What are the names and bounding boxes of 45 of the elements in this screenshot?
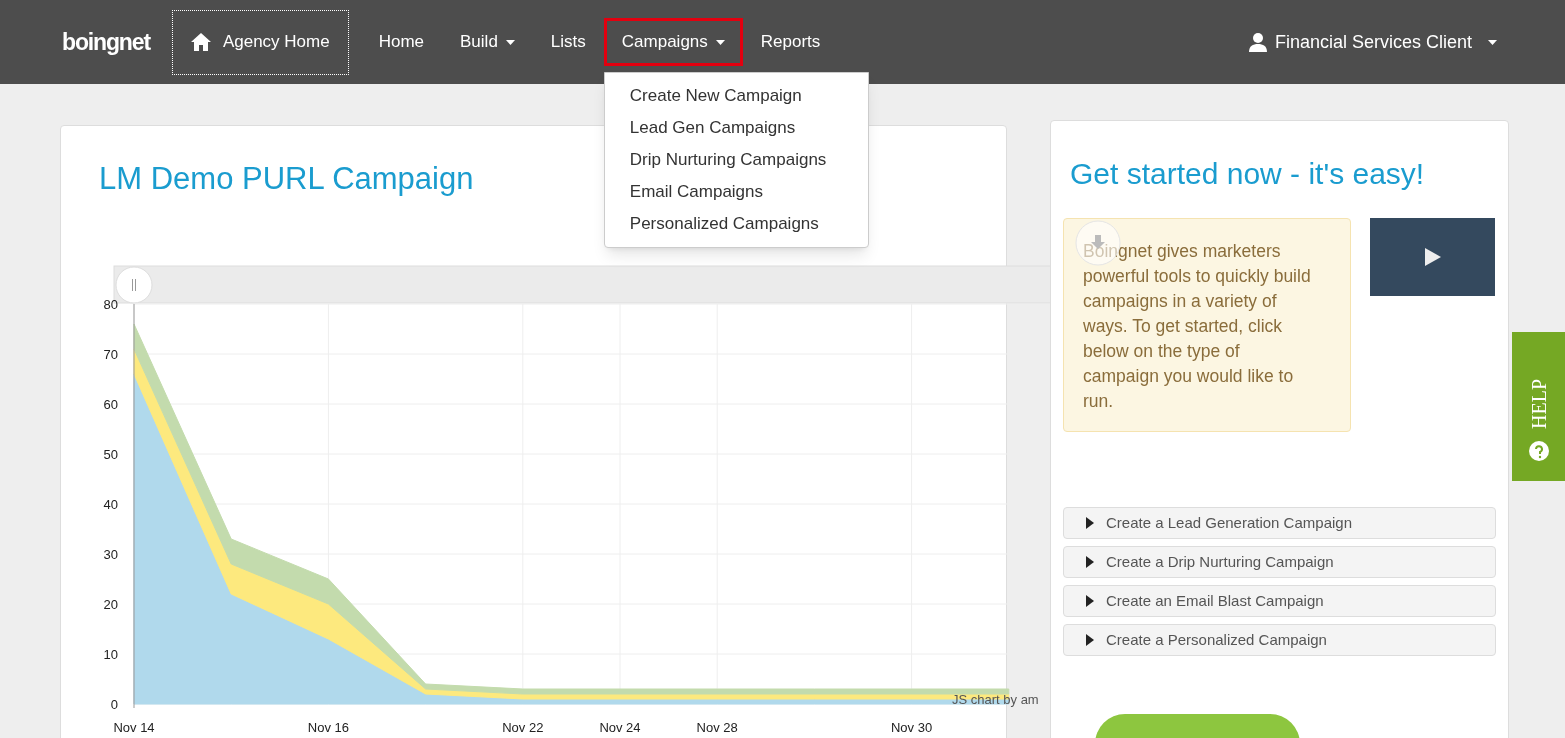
x-tick-label: Nov 16 [307, 719, 349, 735]
triangle-right-icon [1086, 556, 1094, 568]
y-tick-label: 0 [110, 696, 118, 712]
campaign-option[interactable]: Create a Personalized Campaign [1063, 624, 1496, 656]
menu-item[interactable]: Drip Nurturing Campaigns [604, 144, 868, 176]
x-tick-label: Nov 28 [696, 719, 738, 735]
video-thumbnail[interactable] [1370, 218, 1495, 296]
y-tick-label: 10 [103, 646, 118, 662]
campaign-option[interactable]: Create a Drip Nurturing Campaign [1063, 546, 1496, 578]
x-tick-label: Nov 24 [599, 719, 641, 735]
get-started-title: Get started now - it's easy! [1070, 156, 1426, 192]
nav-link[interactable]: Build [442, 18, 533, 66]
menu-item[interactable]: Personalized Campaigns [604, 208, 868, 240]
y-tick-label: 40 [103, 496, 118, 512]
campaign-option[interactable]: Create a Lead Generation Campaign [1063, 507, 1496, 539]
nav-link[interactable]: Campaigns [603, 18, 743, 66]
triangle-right-icon [1086, 517, 1094, 529]
y-tick-label: 20 [103, 596, 118, 612]
play-icon [1424, 248, 1441, 266]
user-icon [1248, 32, 1267, 52]
menu-item[interactable]: Lead Gen Campaigns [604, 112, 868, 144]
y-tick-label: 30 [103, 546, 118, 562]
menu-item[interactable]: Email Campaigns [604, 176, 868, 208]
menu-item[interactable]: Create New Campaign [604, 80, 868, 112]
agency-home-button[interactable]: Agency Home [171, 9, 349, 75]
triangle-right-icon [1086, 595, 1094, 607]
x-tick-label: Nov 30 [891, 719, 933, 735]
user-menu[interactable]: Financial Services Client [1248, 28, 1497, 56]
x-tick-label: Nov 14 [113, 719, 155, 735]
y-tick-label: 80 [103, 296, 118, 312]
campaign-option[interactable]: Create an Email Blast Campaign [1063, 585, 1496, 617]
nav-link[interactable]: Lists [532, 18, 604, 66]
nav-link[interactable]: Home [360, 18, 443, 66]
home-icon [190, 33, 211, 51]
y-tick-label: 50 [103, 446, 118, 462]
question-icon [1528, 441, 1549, 461]
chart-credit[interactable]: JS chart by am [952, 689, 1039, 709]
triangle-right-icon [1086, 634, 1094, 646]
logo[interactable]: boingnet [62, 24, 150, 60]
intro-text: Boingnet gives marketers powerful tools to quickly build campaigns in a variety of ways. To get started, click below on the type of campaign you would like to run. [1083, 240, 1312, 413]
y-tick-label: 60 [103, 396, 118, 412]
x-tick-label: Nov 22 [502, 719, 544, 735]
caret-icon [1488, 39, 1497, 45]
nav-link[interactable]: Reports [742, 18, 839, 66]
y-tick-label: 70 [103, 346, 118, 362]
